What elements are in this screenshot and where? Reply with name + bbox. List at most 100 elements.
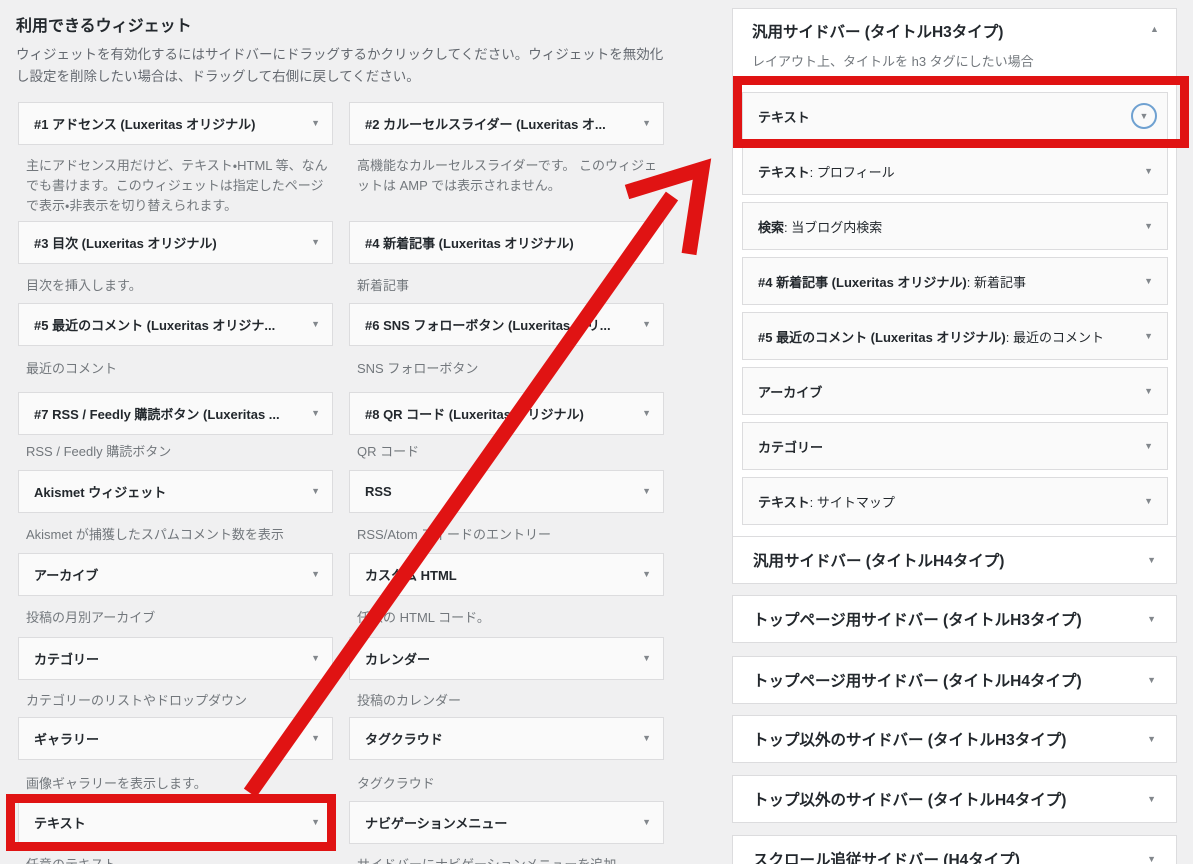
widget-tag-cloud[interactable]: タグクラウド ▼ [349, 717, 664, 760]
sidebar-card-scroll-h4[interactable]: スクロール追従サイドバー (H4タイプ) ▼ [732, 835, 1177, 864]
widget-title: #6 SNS フォローボタン (Luxeritas オリ... [365, 315, 634, 334]
chevron-down-icon[interactable]: ▼ [311, 238, 320, 247]
sidebar-panel-title: 汎用サイドバー (タイトルH3タイプ) [752, 20, 1003, 42]
widget-calendar[interactable]: カレンダー ▼ [349, 637, 664, 680]
widget-new-posts[interactable]: #4 新着記事 (Luxeritas オリジナル) ▼ [349, 221, 664, 264]
sidebar-widget-name: #4 新着記事 (Luxeritas オリジナル) [758, 272, 967, 291]
widget-title: カテゴリー [34, 649, 303, 668]
widget-title: #7 RSS / Feedly 購読ボタン (Luxeritas ... [34, 404, 303, 423]
chevron-down-icon[interactable]: ▼ [642, 818, 651, 827]
chevron-down-icon[interactable]: ▼ [642, 487, 651, 496]
chevron-down-icon[interactable]: ▼ [1144, 442, 1153, 451]
sidebar-card-top-h3[interactable]: トップページ用サイドバー (タイトルH3タイプ) ▼ [732, 595, 1177, 643]
widget-rss[interactable]: RSS ▼ [349, 470, 664, 513]
chevron-down-icon[interactable]: ▼ [311, 409, 320, 418]
widget-description: 高機能なカルーセルスライダーです。 このウィジェットは AMP では表示されませ… [357, 156, 663, 196]
page-title: 利用できるウィジェット [16, 12, 192, 36]
widget-text[interactable]: テキスト ▼ [18, 801, 333, 844]
chevron-down-icon[interactable]: ▼ [642, 320, 651, 329]
sidebar-card-title: トップ以外のサイドバー (タイトルH4タイプ) [753, 788, 1139, 810]
sidebar-widget-categories[interactable]: カテゴリー ▼ [742, 422, 1168, 470]
sidebar-widget-text-sitemap[interactable]: テキスト : サイトマップ ▼ [742, 477, 1168, 525]
widget-title: #1 アドセンス (Luxeritas オリジナル) [34, 114, 303, 133]
widget-title: アーカイブ [34, 565, 303, 584]
chevron-down-icon[interactable]: ▼ [1144, 387, 1153, 396]
widget-gallery[interactable]: ギャラリー ▼ [18, 717, 333, 760]
chevron-down-icon[interactable]: ▼ [1147, 795, 1156, 804]
chevron-down-icon[interactable]: ▼ [311, 654, 320, 663]
chevron-down-icon[interactable]: ▼ [1144, 497, 1153, 506]
chevron-down-icon[interactable]: ▼ [1144, 332, 1153, 341]
widget-title: ギャラリー [34, 729, 303, 748]
widget-title: カレンダー [365, 649, 634, 668]
widget-recent-comments[interactable]: #5 最近のコメント (Luxeritas オリジナ... ▼ [18, 303, 333, 346]
chevron-down-icon[interactable]: ▼ [311, 818, 320, 827]
widget-categories[interactable]: カテゴリー ▼ [18, 637, 333, 680]
sidebar-widget-archives[interactable]: アーカイブ ▼ [742, 367, 1168, 415]
sidebar-panel-subtitle: レイアウト上、タイトルを h3 タグにしたい場合 [752, 51, 1034, 70]
sidebar-card-top-h4[interactable]: トップページ用サイドバー (タイトルH4タイプ) ▼ [732, 656, 1177, 704]
widget-description: 画像ギャラリーを表示します。 [26, 774, 332, 794]
chevron-down-icon[interactable]: ▼ [1147, 615, 1156, 624]
sidebar-widget-recent-comments[interactable]: #5 最近のコメント (Luxeritas オリジナル) : 最近のコメント ▼ [742, 312, 1168, 360]
chevron-down-icon[interactable]: ▼ [311, 320, 320, 329]
widget-toc[interactable]: #3 目次 (Luxeritas オリジナル) ▼ [18, 221, 333, 264]
widget-title: #5 最近のコメント (Luxeritas オリジナ... [34, 315, 303, 334]
chevron-up-icon[interactable]: ▲ [1150, 24, 1159, 34]
widget-qr-code[interactable]: #8 QR コード (Luxeritas オリジナル) ▼ [349, 392, 664, 435]
chevron-down-icon[interactable]: ▼ [1144, 277, 1153, 286]
widget-adsense[interactable]: #1 アドセンス (Luxeritas オリジナル) ▼ [18, 102, 333, 145]
widget-title: カスタム HTML [365, 565, 634, 584]
sidebar-widget-text[interactable]: テキスト ▼ [742, 92, 1168, 140]
sidebar-card-h4[interactable]: 汎用サイドバー (タイトルH4タイプ) ▼ [732, 536, 1177, 584]
chevron-down-icon[interactable]: ▼ [1144, 167, 1153, 176]
chevron-down-icon[interactable]: ▼ [1144, 222, 1153, 231]
widget-custom-html[interactable]: カスタム HTML ▼ [349, 553, 664, 596]
chevron-down-icon[interactable]: ▼ [642, 734, 651, 743]
chevron-down-icon: ▼ [1140, 112, 1149, 121]
widget-title: RSS [365, 484, 634, 499]
chevron-down-icon[interactable]: ▼ [642, 119, 651, 128]
chevron-down-icon[interactable]: ▼ [642, 238, 651, 247]
sidebar-widget-text-profile[interactable]: テキスト : プロフィール ▼ [742, 147, 1168, 195]
widget-description: 最近のコメント [26, 359, 332, 379]
chevron-down-icon[interactable]: ▼ [1147, 735, 1156, 744]
sidebar-card-title: 汎用サイドバー (タイトルH4タイプ) [753, 549, 1139, 571]
widget-description: タグクラウド [357, 774, 663, 794]
chevron-down-icon[interactable]: ▼ [311, 734, 320, 743]
sidebar-card-title: トップ以外のサイドバー (タイトルH3タイプ) [753, 728, 1139, 750]
chevron-down-icon[interactable]: ▼ [1147, 556, 1156, 565]
widget-nav-menu[interactable]: ナビゲーションメニュー ▼ [349, 801, 664, 844]
widget-description: 主にアドセンス用だけど、テキスト・HTML 等、なんでも書けます。このウィジェッ… [26, 156, 332, 216]
widget-carousel-slider[interactable]: #2 カルーセルスライダー (Luxeritas オ... ▼ [349, 102, 664, 145]
widget-title: Akismet ウィジェット [34, 482, 303, 501]
widget-description: RSS / Feedly 購読ボタン [26, 442, 332, 462]
widget-description: 目次を挿入します。 [26, 276, 332, 296]
sidebar-widget-subtitle: : 最近のコメント [1006, 327, 1136, 346]
widget-title: #4 新着記事 (Luxeritas オリジナル) [365, 233, 634, 252]
chevron-down-icon[interactable]: ▼ [1147, 676, 1156, 685]
sidebar-widget-subtitle: : サイトマップ [810, 492, 1136, 511]
chevron-down-icon[interactable]: ▼ [311, 570, 320, 579]
sidebar-card-nontop-h3[interactable]: トップ以外のサイドバー (タイトルH3タイプ) ▼ [732, 715, 1177, 763]
chevron-down-icon[interactable]: ▼ [311, 119, 320, 128]
chevron-down-icon[interactable]: ▼ [642, 570, 651, 579]
chevron-down-icon[interactable]: ▼ [642, 409, 651, 418]
chevron-down-icon[interactable]: ▼ [642, 654, 651, 663]
expand-toggle[interactable]: ▼ [1131, 103, 1157, 129]
widget-title: ナビゲーションメニュー [365, 813, 634, 832]
widget-description: QR コード [357, 442, 663, 462]
chevron-down-icon[interactable]: ▼ [1147, 855, 1156, 864]
chevron-down-icon[interactable]: ▼ [311, 487, 320, 496]
sidebar-card-nontop-h4[interactable]: トップ以外のサイドバー (タイトルH4タイプ) ▼ [732, 775, 1177, 823]
widget-akismet[interactable]: Akismet ウィジェット ▼ [18, 470, 333, 513]
widget-archives[interactable]: アーカイブ ▼ [18, 553, 333, 596]
page-description: ウィジェットを有効化するにはサイドバーにドラッグするかクリックしてください。ウィ… [16, 44, 671, 88]
sidebar-widget-new-posts[interactable]: #4 新着記事 (Luxeritas オリジナル) : 新着記事 ▼ [742, 257, 1168, 305]
widget-sns-follow[interactable]: #6 SNS フォローボタン (Luxeritas オリ... ▼ [349, 303, 664, 346]
sidebar-widget-name: テキスト [758, 162, 810, 181]
sidebar-widget-search[interactable]: 検索 : 当ブログ内検索 ▼ [742, 202, 1168, 250]
widgets-admin-page: 利用できるウィジェット ウィジェットを有効化するにはサイドバーにドラッグするかク… [0, 0, 1193, 864]
sidebar-widget-subtitle: : 新着記事 [967, 272, 1136, 291]
widget-rss-feedly[interactable]: #7 RSS / Feedly 購読ボタン (Luxeritas ... ▼ [18, 392, 333, 435]
